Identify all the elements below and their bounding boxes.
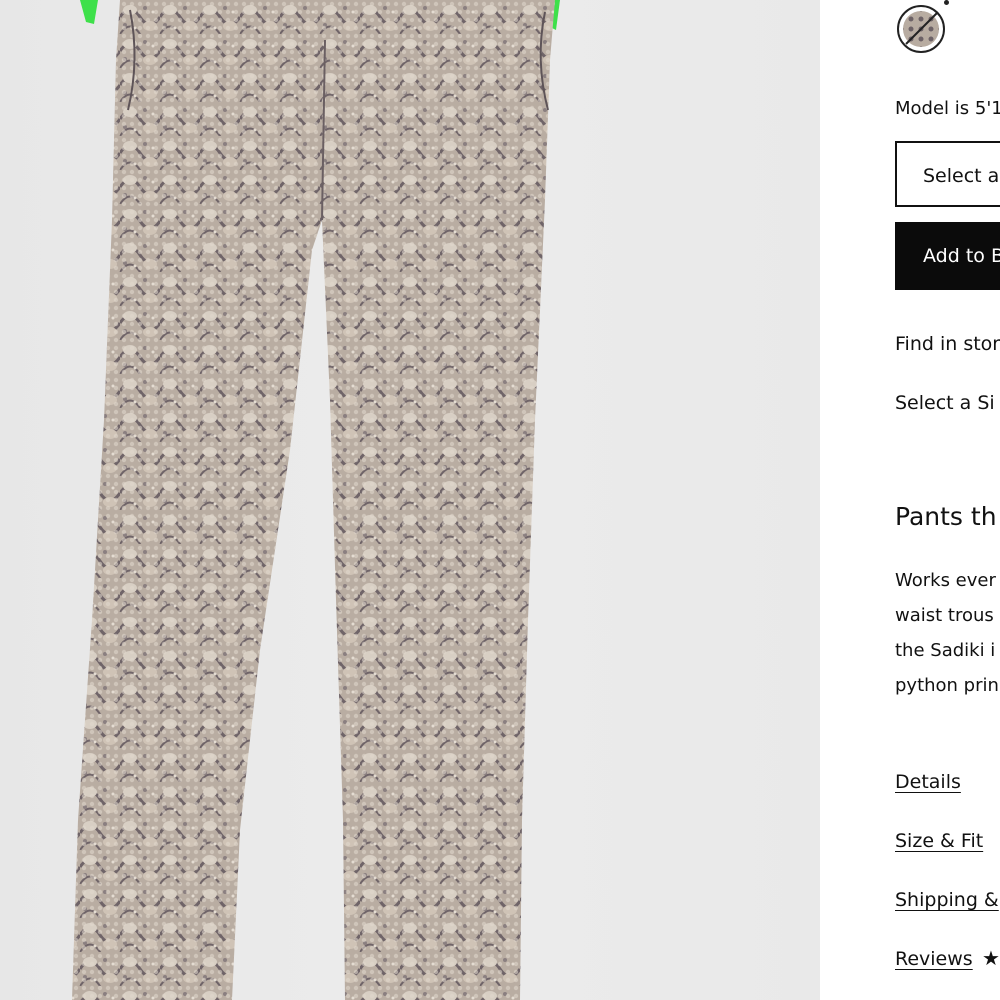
star-rating-icon: ★	[982, 946, 1000, 970]
size-fit-link[interactable]: Size & Fit	[895, 830, 983, 852]
description-line: python prin	[895, 675, 999, 696]
size-select-label: Select a	[923, 165, 1000, 187]
python-print-swatch-icon	[897, 5, 945, 53]
reviews-link[interactable]: Reviews	[895, 948, 973, 970]
description-line: Works ever	[895, 570, 996, 591]
description-line: the Sadiki i	[895, 640, 996, 661]
size-select[interactable]: Select a	[895, 141, 1000, 207]
add-to-bag-label: Add to B	[923, 245, 1000, 267]
select-size-note: Select a Si	[895, 392, 995, 414]
details-link[interactable]: Details	[895, 771, 961, 793]
description-title: Pants th	[895, 502, 997, 531]
description-line: waist trous	[895, 605, 994, 626]
shipping-link[interactable]: Shipping &	[895, 889, 999, 911]
color-swatch[interactable]	[896, 4, 946, 54]
product-photo-illustration	[72, 0, 560, 1000]
selected-indicator-dot	[944, 0, 949, 5]
product-image[interactable]	[0, 0, 820, 1000]
find-in-store-link[interactable]: Find in stor	[895, 333, 1000, 355]
add-to-bag-button[interactable]: Add to B	[895, 222, 1000, 290]
model-size-note: Model is 5'1	[895, 98, 1000, 119]
